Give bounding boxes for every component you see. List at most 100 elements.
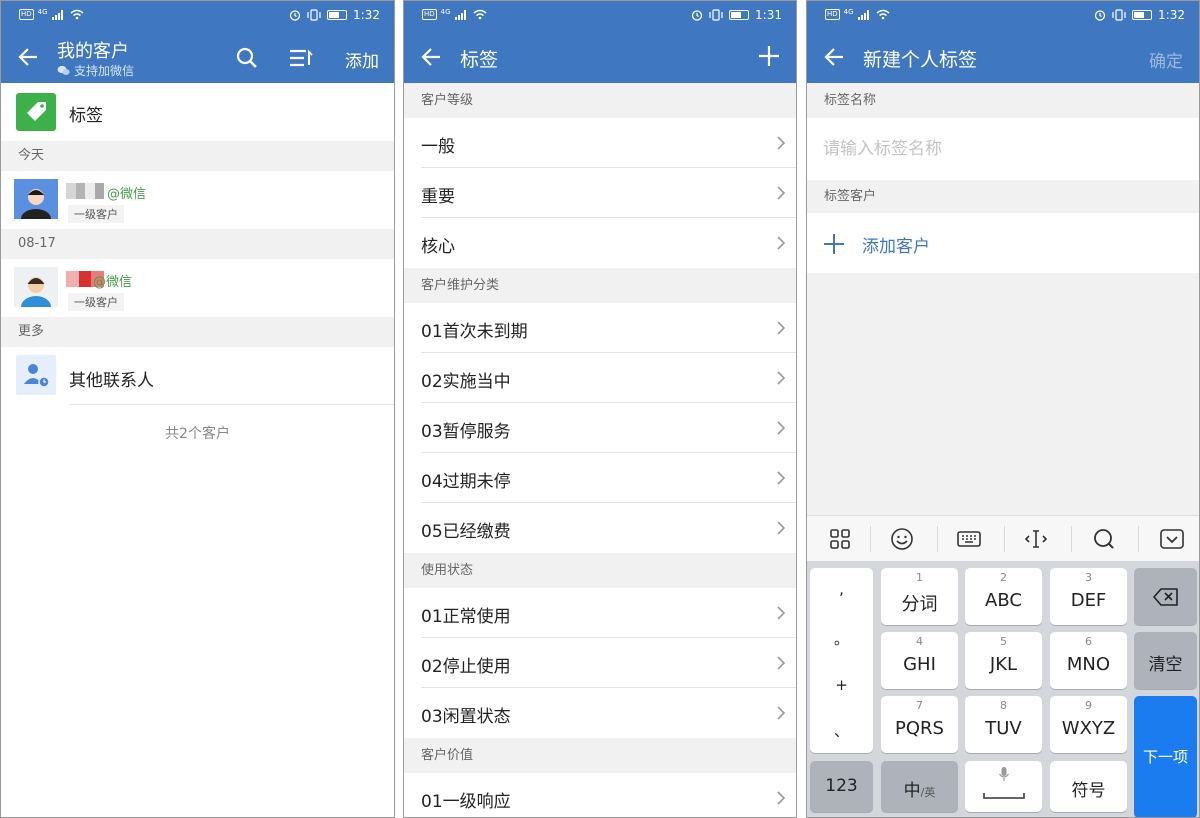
key-2[interactable]: 2 ABC [965,568,1042,625]
punct-dun[interactable]: 、 [810,720,873,741]
search-icon[interactable] [235,46,259,70]
punctuation-column[interactable]: , 。 + 、 [810,568,873,753]
key-9[interactable]: 9 WXYZ [1050,696,1127,753]
chevron-right-icon [777,706,786,720]
tag-list-item[interactable]: 03暂停服务 [404,403,796,453]
clear-key[interactable]: 清空 [1134,632,1197,689]
key-3[interactable]: 3 DEF [1050,568,1127,625]
tag-list-item[interactable]: 05已经缴费 [404,503,796,553]
add-button[interactable]: 添加 [345,47,379,72]
clock: 1:32 [1158,8,1185,22]
next-key-label: 下一项 [1142,748,1188,766]
key-letters: 分词 [901,594,938,615]
toolbar-separator [1071,526,1072,552]
clock: 1:32 [353,8,380,22]
next-item-key[interactable]: 下一项 [1134,696,1197,817]
tag-name-input[interactable] [823,134,1183,164]
tag-item-label: 05已经缴费 [421,522,511,542]
keyboard-toolbar [807,515,1199,561]
key-letters: ABC [985,590,1022,611]
backspace-key[interactable] [1134,568,1197,625]
customer-avatar [14,179,58,219]
plus-icon[interactable] [758,45,780,67]
key-8[interactable]: 8 TUV [965,696,1042,753]
emoji-icon[interactable] [889,526,915,552]
chevron-right-icon [777,236,786,250]
key-number: 2 [1000,571,1007,584]
vibrate-icon [1112,9,1126,21]
tag-list-item[interactable]: 03闲置状态 [404,688,796,738]
tag-item-label: 核心 [421,237,455,257]
key-number: 8 [1000,699,1007,712]
search-icon[interactable] [1091,526,1117,552]
new-personal-tag-screen: HD4G 1:32 新建个人标签 确定 标签名称 标签客户 添加客户 [806,0,1200,818]
tag-item-label: 02实施当中 [421,372,511,392]
empty-area [807,273,1199,515]
keyboard: , 。 + 、 1 分词 2 ABC 3 DEF 4 GHI 5 JKL 6 MNO 7 PQRS 8 TUV… [807,561,1199,817]
wechat-support-note: 支持加微信 [57,62,134,79]
space-bar-icon [983,793,1025,799]
key-letters: DEF [1070,590,1107,611]
tag-group-header: 客户维护分类 [404,268,796,303]
number-key[interactable]: 123 [810,761,873,812]
key-4[interactable]: 4 GHI [881,632,958,689]
signal-label: 4G [440,8,451,16]
tag-list-item[interactable]: 01一级响应 [404,773,796,817]
wifi-icon [473,9,487,20]
cursor-move-icon[interactable] [1023,526,1049,552]
other-contacts-row[interactable]: 其他联系人 [1,347,394,405]
customer-row[interactable]: @微信 一级客户 [1,259,394,317]
other-contacts-label: 其他联系人 [69,371,154,391]
key-7[interactable]: 7 PQRS [881,696,958,753]
app-header: 标签 [404,31,796,83]
tag-item-label: 01一级响应 [421,792,511,812]
tag-list-item[interactable]: 02停止使用 [404,638,796,688]
space-key[interactable] [965,761,1042,812]
tag-list-item[interactable]: 02实施当中 [404,353,796,403]
blurred-name [66,183,104,199]
app-header: 新建个人标签 确定 [807,31,1199,83]
add-customer-label: 添加客户 [862,237,930,257]
tag-row-label: 标签 [69,106,103,126]
punct-plus[interactable]: + [810,676,873,694]
confirm-button[interactable]: 确定 [1149,47,1183,72]
customer-row[interactable]: @微信 一级客户 [1,171,394,229]
tag-item-label: 01首次未到期 [421,322,528,342]
clock: 1:31 [755,8,782,22]
punct-comma[interactable]: , [810,580,873,598]
tag-row[interactable]: 标签 [1,83,394,141]
back-arrow-icon[interactable] [15,43,43,71]
language-switch-key[interactable]: 中/英 [881,761,958,812]
microphone-icon [999,767,1009,781]
key-letters: WXYZ [1061,718,1116,739]
section-today: 今天 [1,141,394,171]
back-arrow-icon[interactable] [821,43,849,71]
alarm-icon [1094,10,1106,21]
tag-list-item[interactable]: 01首次未到期 [404,303,796,353]
sort-icon[interactable] [288,46,314,70]
key-number: 6 [1085,635,1092,648]
battery-icon [327,10,348,20]
grid-apps-icon[interactable] [827,526,853,552]
add-customer-row[interactable]: 添加客户 [807,213,1199,273]
chevron-right-icon [777,656,786,670]
punct-period[interactable]: 。 [810,628,873,649]
collapse-keyboard-icon[interactable] [1159,526,1185,552]
tag-list-item[interactable]: 一般 [404,118,796,168]
contacts-icon-bg [16,355,56,395]
wechat-source: @微信 [107,187,147,202]
chevron-right-icon [777,471,786,485]
symbol-key[interactable]: 符号 [1050,761,1127,812]
back-arrow-icon[interactable] [418,43,446,71]
key-5[interactable]: 5 JKL [965,632,1042,689]
keyboard-icon[interactable] [956,526,982,552]
tag-list-item[interactable]: 重要 [404,168,796,218]
tag-list-item[interactable]: 01正常使用 [404,588,796,638]
key-1[interactable]: 1 分词 [881,568,958,625]
tag-list-item[interactable]: 04过期未停 [404,453,796,503]
page-title: 新建个人标签 [863,49,978,71]
key-6[interactable]: 6 MNO [1050,632,1127,689]
tag-list-item[interactable]: 核心 [404,218,796,268]
tag-badge [16,93,56,131]
plus-icon [824,234,844,254]
